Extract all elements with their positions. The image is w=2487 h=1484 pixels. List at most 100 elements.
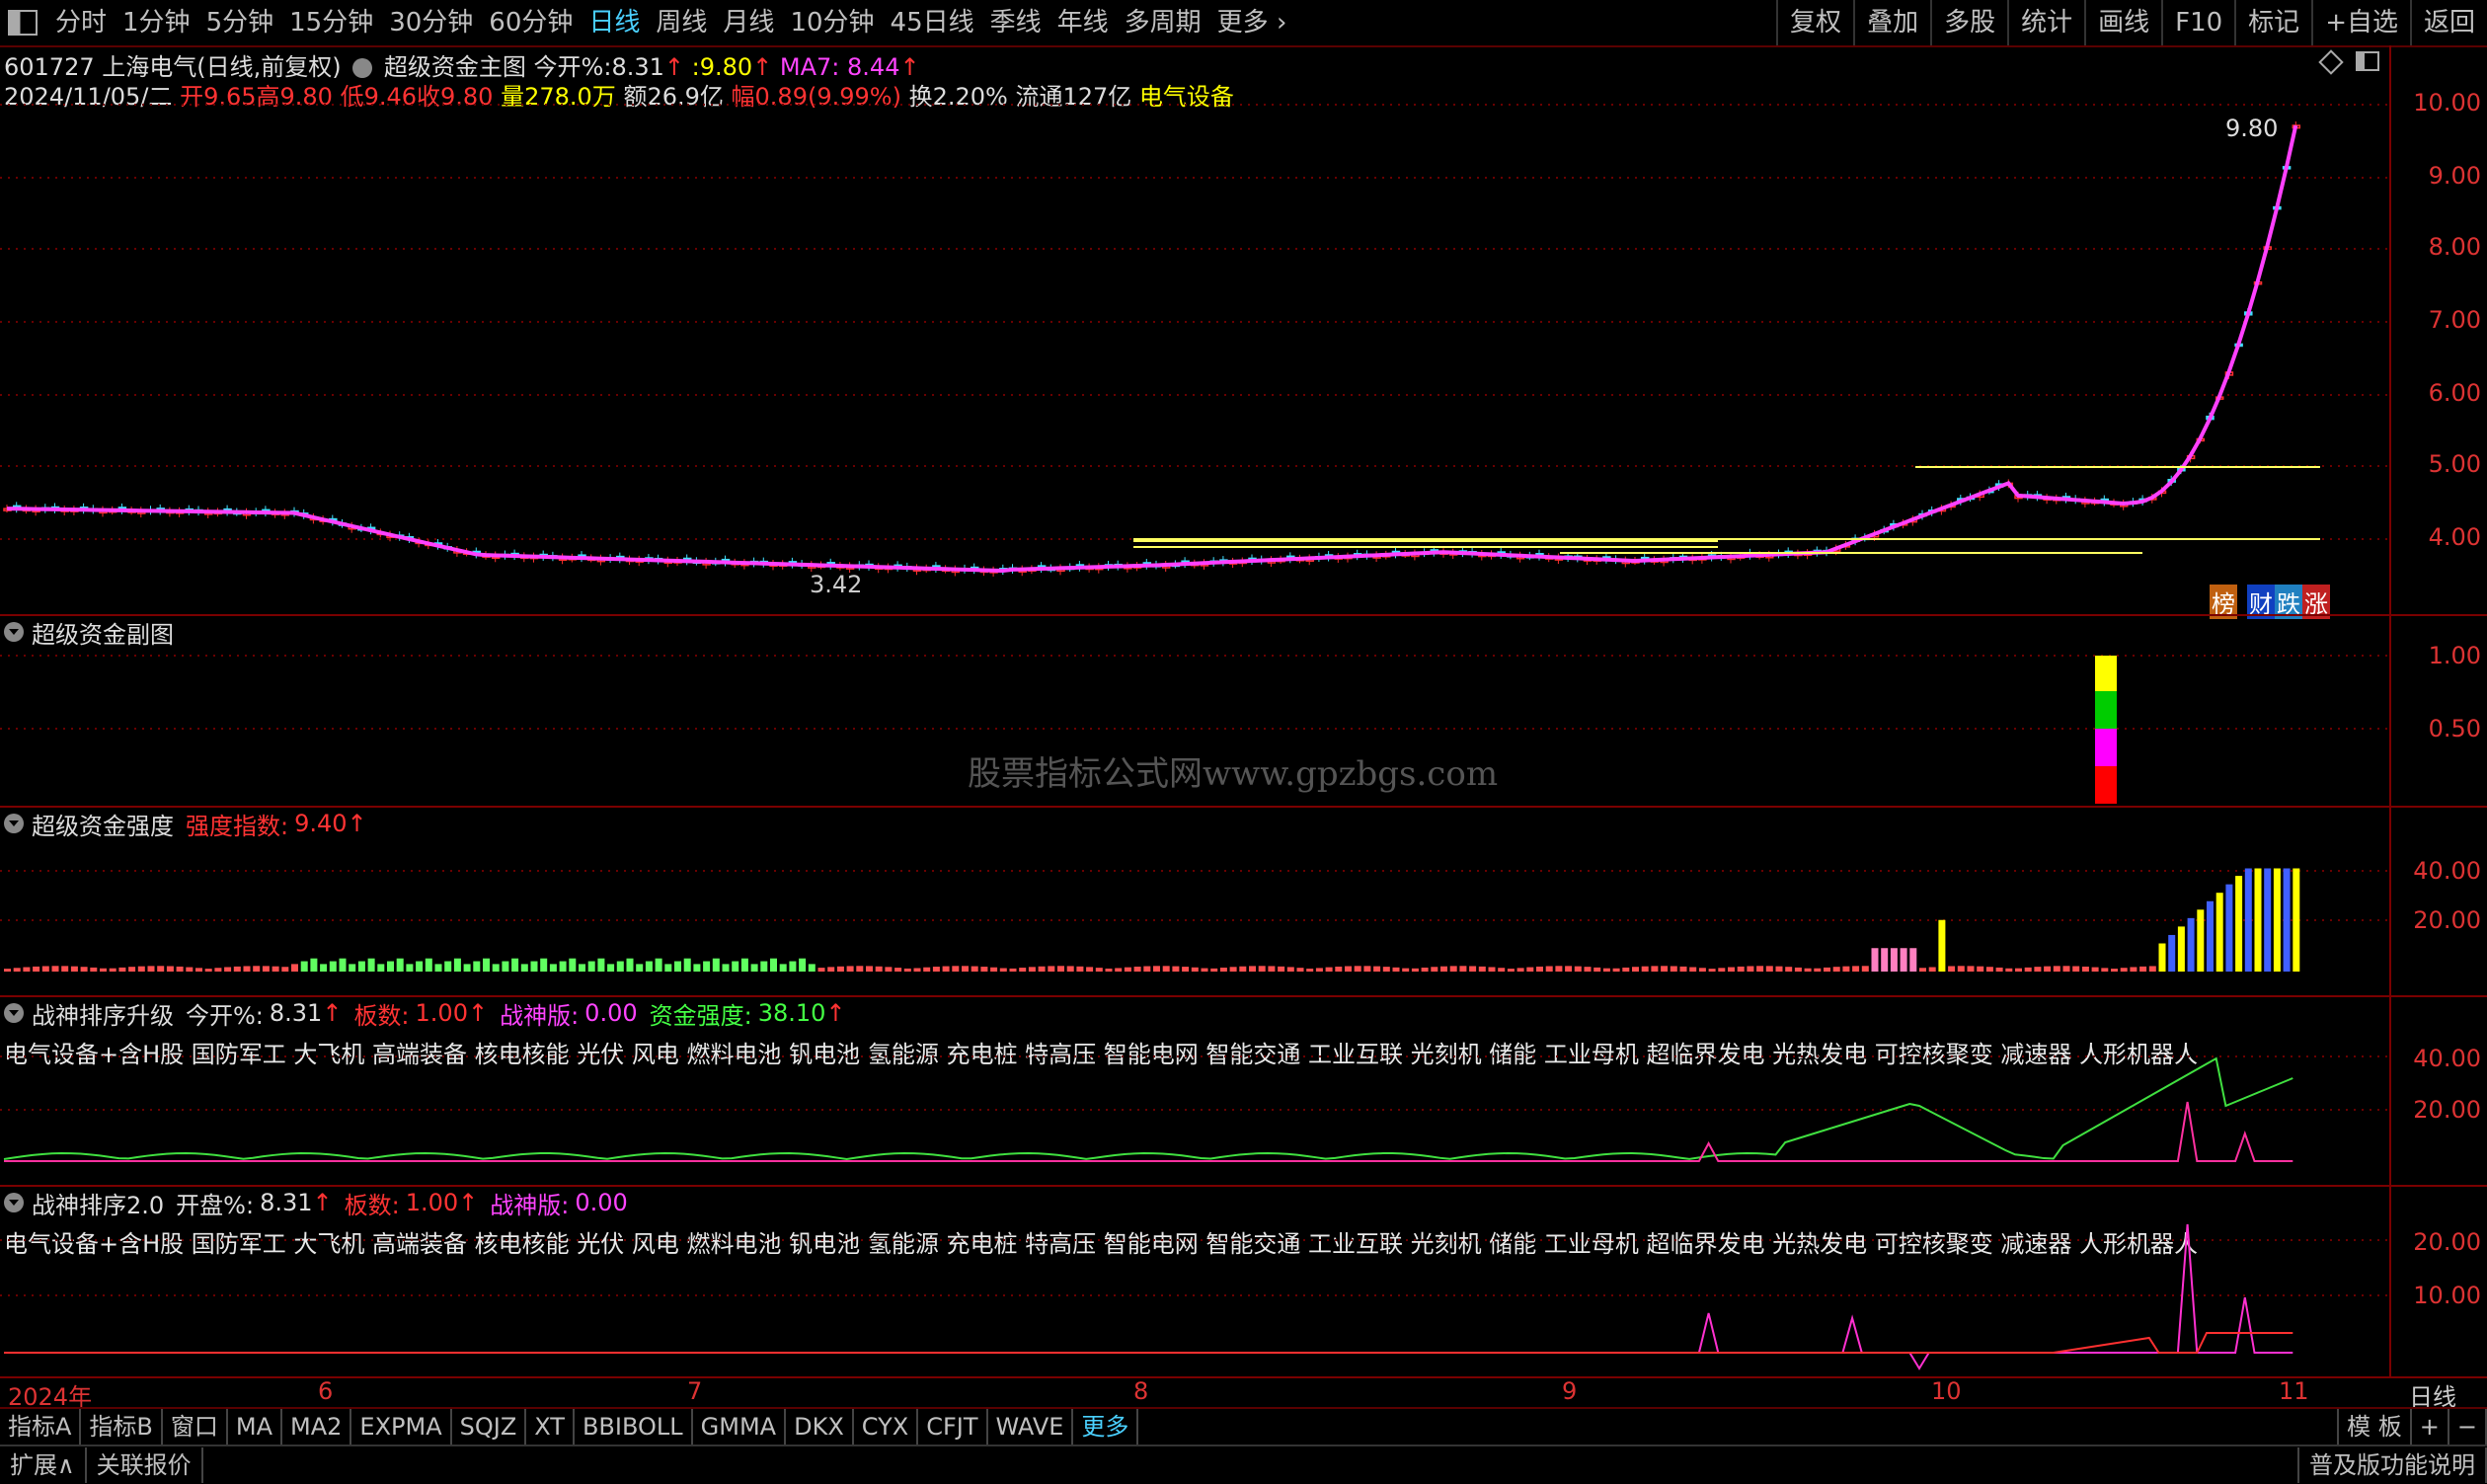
strength-bar [549, 964, 557, 972]
tf-30min[interactable]: 30分钟 [381, 0, 481, 45]
strength-bar [137, 966, 145, 972]
add-watchlist-button[interactable]: +自选 [2311, 0, 2410, 45]
strength-bar [349, 964, 356, 972]
strength-bar [1124, 967, 1131, 972]
strength-bar [2091, 967, 2099, 972]
strength-bar [1229, 967, 1237, 972]
strength-bar [579, 964, 585, 972]
strength-bar [703, 961, 711, 972]
tf-5min[interactable]: 5分钟 [198, 0, 282, 45]
tf-multi[interactable]: 多周期 [1117, 0, 1209, 45]
draw-line-button[interactable]: 画线 [2084, 0, 2161, 45]
strength-bar [1670, 966, 1677, 972]
tf-more[interactable]: 更多 › [1209, 0, 1295, 45]
strength-bar [1354, 966, 1361, 972]
tab-expma[interactable]: EXPMA [351, 1409, 452, 1445]
strength-bar [2264, 868, 2272, 972]
tab-indicator-b[interactable]: 指标B [81, 1409, 163, 1445]
tab-more[interactable]: 更多 [1073, 1409, 1139, 1445]
tf-year[interactable]: 年线 [1049, 0, 1117, 45]
tf-45day[interactable]: 45日线 [883, 0, 982, 45]
tf-monthly[interactable]: 月线 [715, 0, 782, 45]
rank-upgrade-subchart[interactable] [0, 997, 2389, 1185]
f10-button[interactable]: F10 [2161, 0, 2234, 45]
zoom-in-button[interactable]: + [2412, 1409, 2449, 1445]
strength-bar [1641, 966, 1649, 972]
tf-15min[interactable]: 15分钟 [281, 0, 381, 45]
tab-sqjz[interactable]: SQJZ [452, 1409, 527, 1445]
tab-dkx[interactable]: DKX [786, 1409, 854, 1445]
tab-gmma[interactable]: GMMA [693, 1409, 787, 1445]
tf-fenshi[interactable]: 分时 [47, 0, 115, 45]
tab-xt[interactable]: XT [526, 1409, 575, 1445]
strength-bar [674, 961, 681, 972]
tab-indicator-a[interactable]: 指标A [0, 1409, 82, 1445]
strength-subchart[interactable] [0, 808, 2389, 995]
tf-60min[interactable]: 60分钟 [481, 0, 581, 45]
overlay-button[interactable]: 叠加 [1853, 0, 1930, 45]
strength-bar [1133, 967, 1141, 972]
tf-daily[interactable]: 日线 [581, 0, 648, 45]
candlestick-chart[interactable] [0, 45, 2389, 614]
fuquan-button[interactable]: 复权 [1776, 0, 1853, 45]
mark-button[interactable]: 标记 [2234, 0, 2311, 45]
strength-bar [195, 968, 202, 972]
tab-window[interactable]: 窗口 [163, 1409, 228, 1445]
strength-bar [540, 958, 548, 972]
strength-bar [204, 969, 212, 972]
tf-10min[interactable]: 10分钟 [782, 0, 882, 45]
window-menu-icon[interactable] [8, 10, 38, 36]
price-tick: 8.00 [2428, 233, 2481, 261]
fund-bar-segment [2095, 766, 2117, 804]
high-annotation: 9.80 [2225, 115, 2279, 142]
template-button[interactable]: 模 板 [2337, 1409, 2412, 1445]
strength-bar [683, 958, 691, 972]
strength-bar [750, 964, 758, 972]
rank2-subchart[interactable] [0, 1187, 2389, 1376]
strength-bar [2044, 966, 2052, 972]
strength-bar [732, 961, 739, 972]
tab-ma2[interactable]: MA2 [282, 1409, 352, 1445]
tab-bbiboll[interactable]: BBIBOLL [575, 1409, 693, 1445]
expand-button[interactable]: 扩展∧ [0, 1447, 87, 1483]
back-button[interactable]: 返回 [2409, 0, 2487, 45]
strength-bar [1995, 967, 2003, 972]
strength-bar [357, 961, 365, 972]
strength-bar [1315, 968, 1323, 972]
fund-bar-segment [2095, 656, 2117, 691]
ma7-line [6, 124, 2298, 574]
strength-bar [913, 968, 921, 972]
strength-bar [1172, 966, 1180, 972]
multi-stock-button[interactable]: 多股 [1930, 0, 2007, 45]
strength-bar [990, 967, 998, 972]
tab-ma[interactable]: MA [228, 1409, 283, 1445]
strength-bar [1498, 968, 1506, 972]
tf-weekly[interactable]: 周线 [648, 0, 715, 45]
tab-wave[interactable]: WAVE [988, 1409, 1074, 1445]
tf-quarter[interactable]: 季线 [982, 0, 1049, 45]
sub2-axis: 40.00 20.00 [2389, 808, 2487, 995]
strength-bar [1708, 969, 1716, 972]
strength-bar [1421, 967, 1429, 972]
strength-bar [559, 961, 567, 972]
edition-help-link[interactable]: 普及版功能说明 [2297, 1447, 2487, 1483]
statistics-button[interactable]: 统计 [2007, 0, 2084, 45]
strength-bar [100, 968, 107, 972]
tab-cyx[interactable]: CYX [854, 1409, 919, 1445]
strength-bar [416, 961, 424, 972]
strength-bar [1985, 967, 1993, 972]
strength-bar [243, 966, 251, 972]
strength-bar [300, 961, 308, 972]
tf-1min[interactable]: 1分钟 [115, 0, 198, 45]
strength-bar [2158, 943, 2166, 972]
strength-bar [1919, 968, 1926, 972]
tab-cfjt[interactable]: CFJT [918, 1409, 988, 1445]
related-quotes-button[interactable]: 关联报价 [87, 1447, 203, 1483]
strength-bar [1440, 966, 1447, 972]
zoom-out-button[interactable]: − [2449, 1409, 2487, 1445]
chevron-right-icon: › [1276, 8, 1287, 38]
strength-bar [1536, 966, 1543, 972]
strength-bar [1909, 948, 1917, 972]
fund-bar-segment [2095, 729, 2117, 766]
strength-bar [2034, 967, 2042, 972]
